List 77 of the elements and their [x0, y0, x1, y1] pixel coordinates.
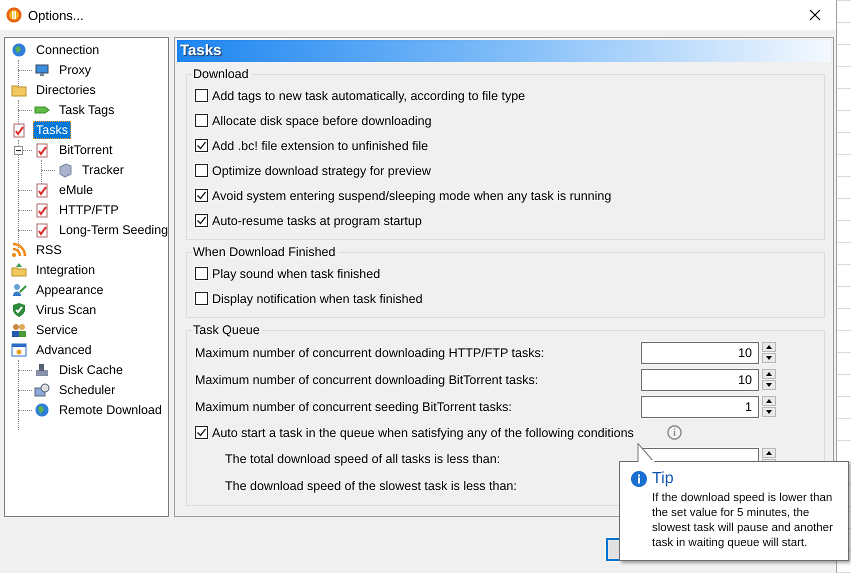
checkbox[interactable] — [195, 426, 208, 439]
window-title: Options... — [28, 8, 85, 22]
tree-item[interactable]: Remote Download — [56, 401, 165, 419]
clipboard-icon — [34, 222, 50, 238]
tree-item[interactable]: Disk Cache — [56, 361, 126, 379]
number-field[interactable]: 1 — [641, 396, 759, 418]
number-field[interactable]: 10 — [641, 368, 759, 390]
checkbox-label[interactable]: Display notification when task finished — [212, 292, 423, 306]
checkbox-label[interactable]: Avoid system entering suspend/sleeping mode when any task is running — [212, 188, 612, 202]
checkbox-label[interactable]: Auto start a task in the queue when satisfying any of the following conditions — [212, 426, 634, 440]
rss-icon — [11, 242, 27, 258]
checkbox[interactable] — [195, 89, 208, 102]
field-label: Maximum number of concurrent downloading HTTP/FTP tasks: — [195, 346, 546, 360]
checkbox[interactable] — [195, 139, 208, 152]
checkbox[interactable] — [195, 214, 208, 227]
tree-item[interactable]: Advanced — [33, 341, 95, 359]
tree-item[interactable]: HTTP/FTP — [56, 201, 122, 219]
tree-item[interactable]: BitTorrent — [56, 141, 116, 159]
close-icon[interactable] — [809, 9, 821, 21]
field-label: Maximum number of concurrent seeding BitTorrent tasks: — [195, 400, 513, 414]
tree-item[interactable]: Virus Scan — [33, 301, 100, 319]
page-header: Tasks — [177, 40, 831, 62]
tree-item[interactable]: Tasks — [33, 121, 71, 139]
tree-item[interactable]: Directories — [33, 81, 99, 99]
checkbox-label[interactable]: Auto-resume tasks at program startup — [212, 214, 422, 228]
field-label: The download speed of the slowest task is less than: — [225, 478, 517, 492]
checkbox-label[interactable]: Add tags to new task automatically, according to file type — [212, 88, 526, 102]
window-icon — [11, 342, 27, 358]
clock-icon — [34, 382, 50, 398]
field-label: Maximum number of concurrent downloading BitTorrent tasks: — [195, 372, 540, 386]
people-icon — [11, 322, 27, 338]
checkbox[interactable] — [195, 114, 208, 127]
tree-item[interactable]: Scheduler — [56, 381, 118, 399]
person-icon — [11, 282, 27, 298]
checkbox[interactable] — [195, 292, 208, 305]
tree-item[interactable]: Long-Term Seeding — [56, 221, 172, 239]
info-icon — [631, 471, 647, 487]
collapse-toggle[interactable] — [14, 146, 23, 155]
checkbox-label[interactable]: Play sound when task finished — [212, 266, 380, 280]
checkbox[interactable] — [195, 189, 208, 202]
app-icon — [6, 7, 22, 23]
checkbox[interactable] — [195, 267, 208, 280]
spin-buttons[interactable] — [762, 396, 776, 417]
tree-item[interactable]: Integration — [33, 261, 98, 279]
spin-buttons[interactable] — [762, 369, 776, 390]
tree-item[interactable]: eMule — [56, 181, 96, 199]
tooltip-text: If the download speed is lower than the set value for 5 minutes, the slowest task will pause and another task in waiting queue will start. — [651, 491, 834, 551]
tree-item[interactable]: Appearance — [33, 281, 106, 299]
clipboard-icon — [11, 122, 27, 138]
tree-item[interactable]: Proxy — [56, 61, 94, 79]
checkbox-label[interactable]: Allocate disk space before downloading — [212, 114, 432, 128]
tooltip-title: Tip — [652, 470, 674, 488]
tree-item[interactable]: Service — [33, 321, 81, 339]
group-title: Download — [192, 67, 252, 81]
checkbox-label[interactable]: Optimize download strategy for preview — [212, 164, 431, 178]
spin-buttons[interactable] — [762, 342, 776, 363]
tree-item[interactable]: Tracker — [79, 161, 127, 179]
group-title: Task Queue — [192, 323, 263, 337]
server-icon — [57, 162, 73, 178]
folder-icon — [11, 262, 27, 278]
field-label: The total download speed of all tasks is less than: — [225, 452, 502, 466]
shield-icon — [11, 302, 27, 318]
tree-item[interactable]: RSS — [33, 241, 65, 259]
number-field[interactable]: 10 — [641, 342, 759, 364]
tree-item[interactable]: Task Tags — [56, 101, 118, 119]
checkbox[interactable] — [195, 164, 208, 177]
clipboard-icon — [34, 202, 50, 218]
globe-icon — [34, 402, 50, 418]
clipboard-icon — [34, 142, 50, 158]
disk-icon — [34, 362, 50, 378]
group-title: When Download Finished — [192, 245, 338, 259]
monitor-icon — [34, 62, 50, 78]
info-icon[interactable] — [666, 425, 682, 440]
clipboard-icon — [34, 182, 50, 198]
checkbox-label[interactable]: Add .bc! file extension to unfinished file — [212, 138, 428, 152]
globe-icon — [11, 42, 27, 58]
tree-item[interactable]: Connection — [33, 41, 102, 59]
